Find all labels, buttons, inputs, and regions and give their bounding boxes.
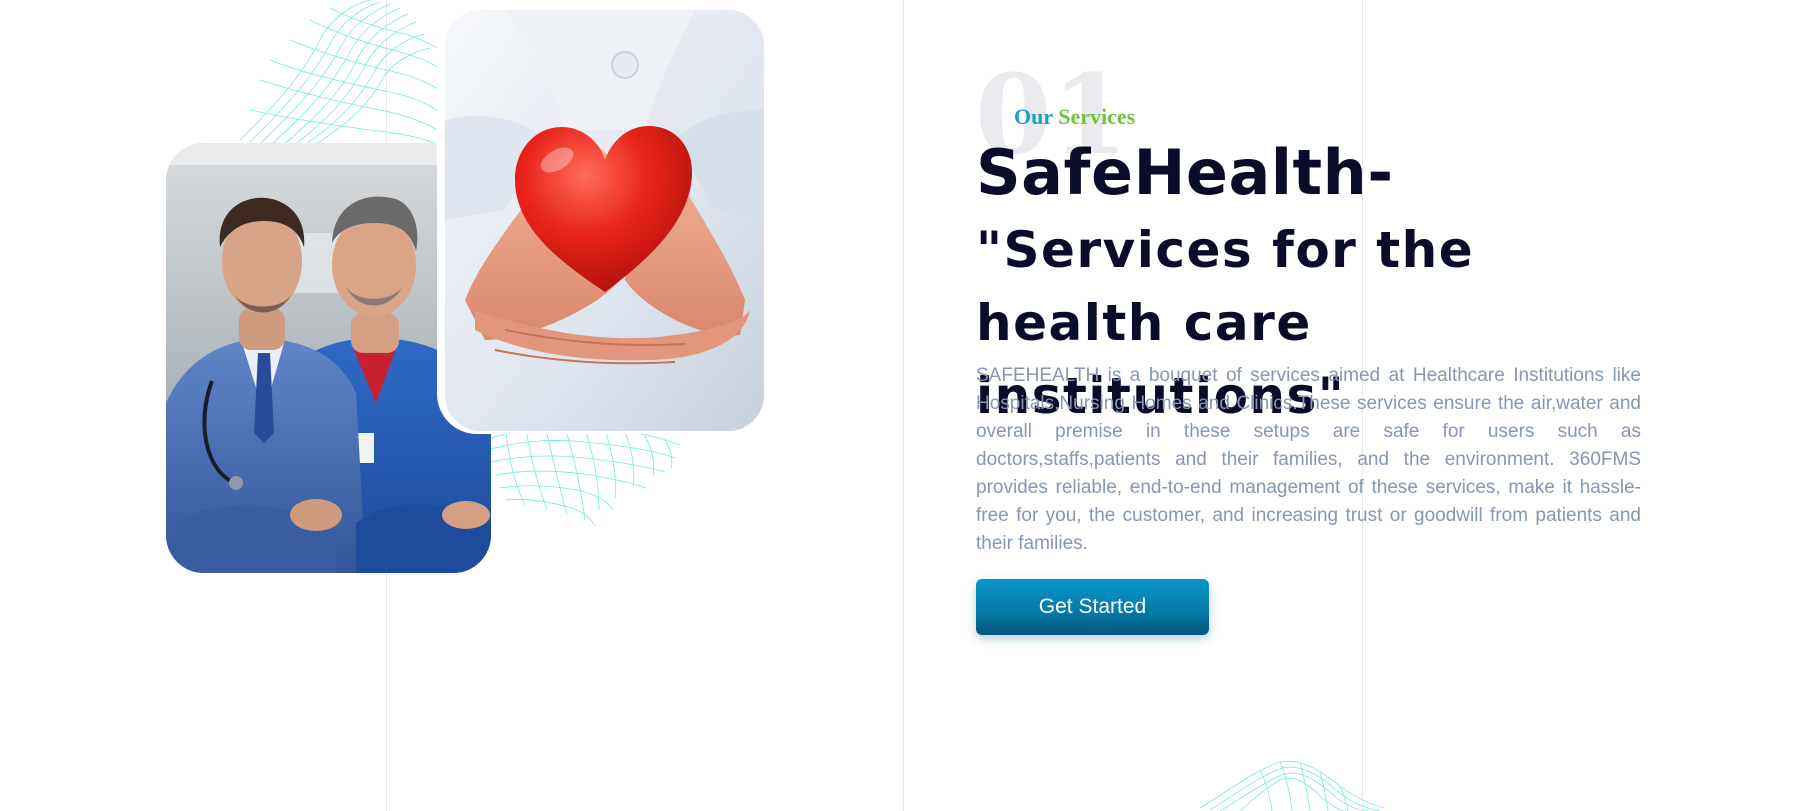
mesh-decoration-top [239,0,453,149]
mesh-decoration-bottom [1200,760,1385,811]
get-started-button[interactable]: Get Started [976,579,1209,635]
grid-line-2 [903,0,904,811]
section-eyebrow: Our Services [1014,104,1135,130]
headline-brand: SafeHealth- [976,136,1394,209]
heart-photo [437,4,767,434]
eyebrow-word-2: Services [1058,104,1136,129]
heart-in-hands-illustration [445,10,764,431]
section-description: SAFEHEALTH is a bouquet of services aime… [976,365,1641,554]
mesh-decoration-middle [485,420,681,527]
heart-photo-image [445,10,764,431]
eyebrow-word-1: Our [1014,104,1053,129]
